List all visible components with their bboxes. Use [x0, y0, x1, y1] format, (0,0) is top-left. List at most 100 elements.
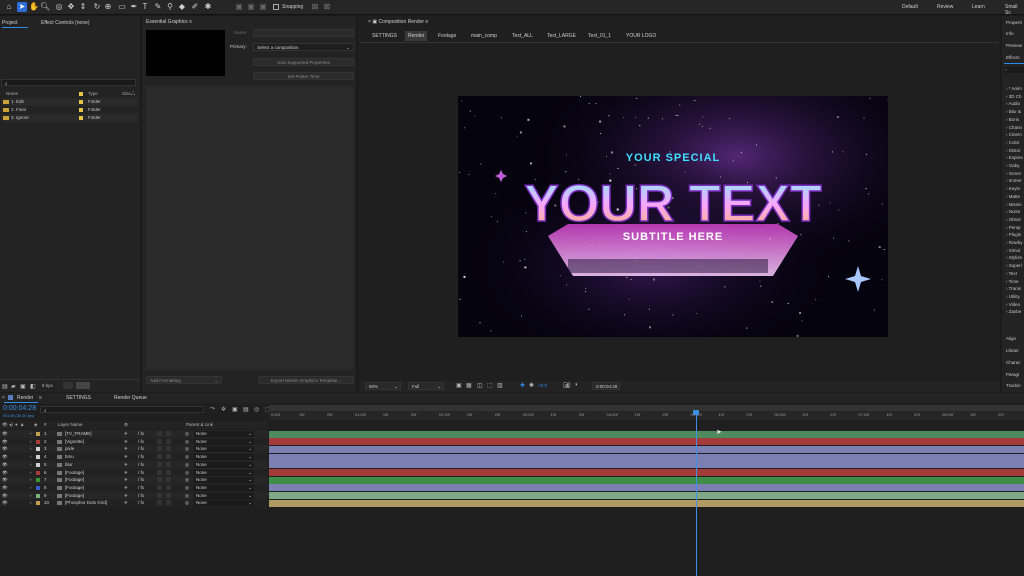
effects-category[interactable]: › Immer — [1006, 178, 1022, 183]
parent-select[interactable]: None ⌄ — [194, 492, 254, 499]
3d-switch[interactable] — [157, 492, 162, 498]
snapshot-icon[interactable]: 📷︎ — [563, 382, 571, 389]
local-axis-icon[interactable]: ▣ — [234, 2, 244, 12]
hand-tool-icon[interactable]: ✋ — [29, 2, 39, 12]
panel-paragraph[interactable]: Paragr — [1006, 372, 1020, 377]
effects-category[interactable]: › Persp — [1006, 225, 1021, 230]
pick-whip-icon[interactable]: ◎ — [185, 499, 189, 507]
tab-your-logo[interactable]: YOUR LOGO — [626, 31, 656, 41]
parent-select[interactable]: None ⌄ — [194, 431, 254, 437]
frame-blending-icon[interactable]: ▤ — [243, 406, 249, 413]
adjustment-switch[interactable] — [166, 484, 171, 490]
new-folder-icon[interactable]: ▰ — [11, 383, 16, 390]
exposure-value[interactable]: +0.0 — [538, 383, 547, 388]
adjustment-switch[interactable] — [166, 500, 171, 506]
properties-drop-area[interactable] — [146, 86, 354, 370]
grid-guides-icon[interactable]: ▥ — [497, 382, 503, 389]
solo-switch-icon[interactable]: ● — [15, 421, 18, 429]
list-item[interactable]: 2. Final Folder — [3, 106, 138, 114]
layer-name[interactable]: [Phosphor Dots Grid] — [65, 499, 120, 507]
effects-category[interactable]: › Utility — [1006, 294, 1020, 299]
color-management-icon[interactable]: ✺ — [529, 382, 534, 389]
label-swatch[interactable] — [36, 493, 40, 498]
panel-tracker[interactable]: Trackin — [1006, 383, 1021, 388]
3d-switch[interactable] — [157, 431, 162, 436]
effects-category[interactable]: › Superl — [1006, 263, 1022, 268]
adjustment-switch[interactable] — [166, 461, 171, 467]
timeline-tab-render[interactable]: Render — [17, 395, 33, 401]
adjustment-switch[interactable] — [166, 469, 171, 475]
layer-duration-bar[interactable] — [269, 476, 1024, 484]
layer-duration-bar[interactable] — [269, 492, 1024, 500]
parent-select[interactable]: None ⌄ — [194, 454, 254, 461]
solo-supported-properties-button[interactable]: Solo Supported Properties — [253, 58, 354, 66]
puppet-tool-icon[interactable]: ✱ — [203, 2, 213, 12]
close-icon[interactable]: × — [2, 395, 5, 401]
current-time-field[interactable]: 0:00:04:28 — [592, 382, 620, 390]
project-settings-icon[interactable]: ◧ — [30, 383, 36, 390]
label-swatch[interactable] — [36, 432, 40, 436]
project-search-input[interactable]: ⌕ — [1, 79, 136, 86]
snapping-checkbox[interactable] — [273, 4, 279, 10]
pan-tool-icon[interactable]: ✥ — [66, 2, 76, 12]
3d-switch[interactable] — [157, 500, 162, 506]
video-switch-icon[interactable]: 👁︎ — [2, 421, 8, 429]
label-swatch[interactable] — [36, 485, 40, 490]
label-swatch[interactable] — [36, 470, 40, 475]
effects-category[interactable]: › Boris — [1006, 117, 1019, 122]
effects-category[interactable]: › Rowby — [1006, 240, 1023, 245]
layer-duration-bar[interactable] — [269, 499, 1024, 507]
effects-category[interactable]: › Obsol — [1006, 217, 1021, 222]
parent-select[interactable]: None ⌄ — [194, 461, 254, 468]
selection-tool-icon[interactable]: ➤ — [17, 2, 27, 12]
column-parent-link[interactable]: Parent & Link — [186, 421, 213, 429]
layer-duration-bar[interactable] — [269, 469, 1024, 476]
tab-effect-controls[interactable]: Effect Controls (none) — [41, 18, 90, 28]
name-field[interactable] — [253, 29, 354, 37]
layer-duration-bar[interactable] — [269, 445, 1024, 453]
shy-layers-icon[interactable]: ▣ — [232, 406, 238, 413]
parent-select[interactable]: None ⌄ — [194, 477, 254, 484]
column-layer-name[interactable]: Layer Name — [58, 421, 83, 429]
tab-footage[interactable]: Footage — [438, 31, 456, 41]
playhead[interactable] — [695, 410, 697, 576]
effects-category[interactable]: › 3D Ch — [1006, 94, 1022, 99]
resolution-select[interactable]: Full ⌄ — [408, 382, 444, 390]
label-swatch[interactable] — [36, 447, 40, 452]
3d-switch[interactable] — [157, 461, 162, 467]
parent-select[interactable]: None ⌄ — [194, 446, 254, 453]
dolly-tool-icon[interactable]: ⇕ — [78, 2, 88, 12]
snap-option-icon[interactable]: ⊠ — [322, 2, 332, 12]
effects-category[interactable]: › Text — [1006, 271, 1017, 276]
playhead-handle[interactable] — [693, 410, 700, 415]
hierarchy-icon[interactable]: ⛬ — [131, 91, 135, 98]
label-swatch[interactable] — [36, 462, 40, 467]
rectangle-tool-icon[interactable]: ▭ — [117, 2, 127, 12]
parent-select[interactable]: None ⌄ — [194, 484, 254, 491]
switches-icon[interactable]: ⚙ — [124, 421, 128, 429]
adjustment-switch[interactable] — [166, 454, 171, 460]
draft-3d-icon[interactable]: ✲ — [221, 406, 226, 413]
label-swatch[interactable] — [36, 455, 40, 460]
adjustment-switch[interactable] — [166, 477, 171, 483]
label-swatch[interactable] — [36, 478, 40, 483]
effects-category[interactable]: › Distor — [1006, 148, 1021, 153]
adjustment-switch[interactable] — [166, 492, 171, 498]
column-name[interactable]: Name — [6, 90, 18, 98]
3d-switch[interactable] — [157, 446, 162, 452]
snap-option-icon[interactable]: ⊠ — [310, 2, 320, 12]
panel-preview[interactable]: Preview — [1006, 43, 1022, 48]
fx-switch-icon[interactable]: / fx — [138, 499, 144, 507]
effects-category[interactable]: › Time — [1006, 279, 1019, 284]
3d-switch[interactable] — [157, 477, 162, 483]
magnification-select[interactable]: 50% ⌄ — [365, 382, 401, 390]
effects-category[interactable]: › Keyin — [1006, 186, 1020, 191]
mask-visibility-icon[interactable]: ◫ — [477, 382, 483, 389]
expand-arrow-icon[interactable]: › — [30, 499, 32, 507]
close-icon[interactable]: × — [368, 19, 371, 25]
lock-icon[interactable]: 🔒︎ — [21, 421, 23, 429]
workspace-small-screen[interactable]: Small Sc — [1005, 4, 1024, 16]
layer-duration-bar[interactable] — [269, 461, 1024, 469]
effects-category[interactable]: › Stylize — [1006, 255, 1022, 260]
export-motion-graphics-template-button[interactable]: Export Motion Graphics Template... — [258, 376, 354, 384]
